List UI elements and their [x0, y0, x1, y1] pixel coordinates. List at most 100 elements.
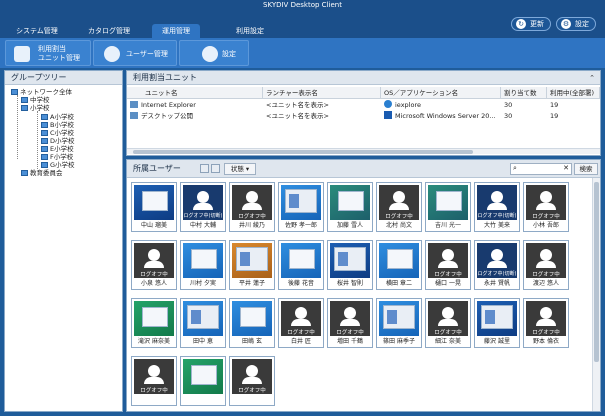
- user-management-button[interactable]: ユーザー管理: [93, 40, 177, 66]
- user-tile[interactable]: 佐野 孝一郎: [278, 182, 324, 232]
- clear-icon[interactable]: ✕: [563, 164, 569, 172]
- group-icon: [41, 146, 48, 152]
- user-tile[interactable]: 田中 恵: [180, 298, 226, 348]
- tree-item-school-a[interactable]: A小学校: [41, 113, 74, 121]
- user-tile[interactable]: ログオフ中: [131, 356, 177, 406]
- group-icon: [41, 114, 48, 120]
- user-thumbnail: [183, 301, 223, 336]
- user-name: 吉川 光一: [435, 222, 461, 229]
- user-tile[interactable]: 加藤 雪人: [327, 182, 373, 232]
- user-tile[interactable]: ログオフ中 小林 吾郎: [523, 182, 569, 232]
- user-thumbnail: [183, 359, 223, 394]
- unit-launcher: <ユニット名を表示>: [266, 112, 329, 120]
- user-tile[interactable]: 藤沢 誠里: [474, 298, 520, 348]
- tree-item-board[interactable]: 教育委員会: [21, 169, 63, 177]
- user-name: 佐野 孝一郎: [285, 222, 317, 229]
- toolbar-settings-button[interactable]: 設定: [179, 40, 249, 66]
- user-tile[interactable]: ログオフ中(切断) 大竹 美来: [474, 182, 520, 232]
- tree-item-school-b[interactable]: B小学校: [41, 121, 74, 129]
- user-status: ログオフ中: [238, 388, 266, 394]
- list-view-icon[interactable]: [200, 164, 209, 173]
- tree-item-school-f[interactable]: F小学校: [41, 153, 73, 161]
- user-tile[interactable]: ログオフ中 渡辺 悠人: [523, 240, 569, 290]
- user-thumbnail: [232, 243, 272, 278]
- user-tile[interactable]: ログオフ中(切断) 中村 大輔: [180, 182, 226, 232]
- windows-icon: [384, 111, 392, 119]
- user-tile[interactable]: ログオフ中 増田 千鶴: [327, 298, 373, 348]
- user-tile[interactable]: 篠田 麻季子: [376, 298, 422, 348]
- user-thumbnail: ログオフ中: [232, 359, 272, 394]
- user-tile[interactable]: ログオフ中(切断) 永井 賢帆: [474, 240, 520, 290]
- avatar-icon: [442, 249, 454, 261]
- unit-assigned: 30: [504, 101, 513, 109]
- user-tile[interactable]: ログオフ中 細江 奈美: [425, 298, 471, 348]
- user-tile[interactable]: ログオフ中 北村 尚文: [376, 182, 422, 232]
- refresh-button[interactable]: ↻ 更新: [511, 17, 551, 31]
- tab-operation-admin[interactable]: 運用管理: [152, 24, 200, 38]
- window-preview: [142, 191, 168, 211]
- units-hscrollbar[interactable]: [127, 148, 600, 154]
- avatar-body-icon: [193, 203, 213, 210]
- user-tile[interactable]: ログオフ中 小泉 悠人: [131, 240, 177, 290]
- search-input[interactable]: ⌕ ✕: [510, 163, 572, 175]
- settings-button[interactable]: ⚙ 設定: [556, 17, 596, 31]
- search-button[interactable]: 検索: [574, 163, 598, 175]
- avatar-body-icon: [487, 261, 507, 268]
- tree-label: 小学校: [30, 104, 50, 112]
- user-tile[interactable]: [180, 356, 226, 406]
- user-tile[interactable]: 滝沢 麻奈美: [131, 298, 177, 348]
- user-tile[interactable]: ログオフ中 井川 綾乃: [229, 182, 275, 232]
- user-tile[interactable]: ログオフ中: [229, 356, 275, 406]
- tree-item-school-g[interactable]: G小学校: [41, 161, 75, 169]
- col-assigned[interactable]: 割り当て数: [501, 87, 547, 99]
- settings-label: 設定: [575, 20, 589, 28]
- user-tile[interactable]: 桜井 智則: [327, 240, 373, 290]
- group-icon: [21, 97, 28, 103]
- user-tile[interactable]: 川村 夕実: [180, 240, 226, 290]
- user-tile[interactable]: 田嶋 玄: [229, 298, 275, 348]
- users-vscrollbar[interactable]: [592, 178, 600, 411]
- grid-view-icon[interactable]: [211, 164, 220, 173]
- user-tile[interactable]: 中山 瑠美: [131, 182, 177, 232]
- user-status: ログオフ中: [140, 272, 168, 278]
- user-tile[interactable]: 横田 章二: [376, 240, 422, 290]
- col-launcher[interactable]: ランチャー表示名: [263, 87, 381, 99]
- user-tile[interactable]: 後藤 花音: [278, 240, 324, 290]
- tree-item-school-e[interactable]: E小学校: [41, 145, 74, 153]
- user-name: 横田 章二: [386, 280, 412, 287]
- tree-item-junior-high[interactable]: 中学校: [21, 96, 50, 104]
- col-unit-name[interactable]: ユニット名: [127, 87, 263, 99]
- user-tile[interactable]: 吉川 光一: [425, 182, 471, 232]
- units-title: 利用割当ユニット: [127, 71, 600, 85]
- user-thumbnail: [281, 185, 321, 220]
- window-preview: [191, 249, 217, 269]
- avatar-body-icon: [536, 203, 556, 210]
- user-thumbnail: [379, 301, 419, 336]
- unit-management-button[interactable]: 利用割当 ユニット管理: [5, 40, 91, 66]
- user-tile[interactable]: ログオフ中 野本 倫衣: [523, 298, 569, 348]
- tree-item-school-d[interactable]: D小学校: [41, 137, 75, 145]
- col-in-use[interactable]: 利用中(全部署): [547, 87, 600, 99]
- tab-usage-settings[interactable]: 利用設定: [226, 24, 274, 38]
- table-row[interactable]: デスクトップ公開 <ユニット名を表示> Microsoft Windows Se…: [127, 111, 600, 122]
- tree-item-network[interactable]: ネットワーク全体: [11, 88, 72, 96]
- window-preview: [436, 191, 462, 211]
- group-tree-panel: グループツリー ネットワーク全体 中学校 小学校 A小学校 B小学校 C小学校 …: [4, 70, 123, 412]
- tab-catalog-admin[interactable]: カタログ管理: [78, 24, 140, 38]
- tree-label: ネットワーク全体: [20, 88, 72, 96]
- status-filter[interactable]: 状態 ▾: [224, 163, 256, 175]
- user-name: 野本 倫衣: [533, 338, 559, 345]
- unit-assigned: 30: [504, 112, 513, 120]
- tree-item-school-c[interactable]: C小学校: [41, 129, 74, 137]
- avatar-icon: [246, 365, 258, 377]
- user-tile[interactable]: ログオフ中 樋口 一晃: [425, 240, 471, 290]
- table-row[interactable]: Internet Explorer <ユニット名を表示> iexplore 30…: [127, 100, 600, 111]
- tab-system-admin[interactable]: システム管理: [6, 24, 68, 38]
- window-preview: [481, 305, 513, 329]
- group-icon: [41, 122, 48, 128]
- tree-item-elementary[interactable]: 小学校: [21, 104, 50, 112]
- collapse-icon[interactable]: ⌃: [587, 73, 597, 83]
- user-tile[interactable]: ログオフ中 白井 匠: [278, 298, 324, 348]
- col-app[interactable]: OS／アプリケーション名: [381, 87, 501, 99]
- user-tile[interactable]: 平井 蓮子: [229, 240, 275, 290]
